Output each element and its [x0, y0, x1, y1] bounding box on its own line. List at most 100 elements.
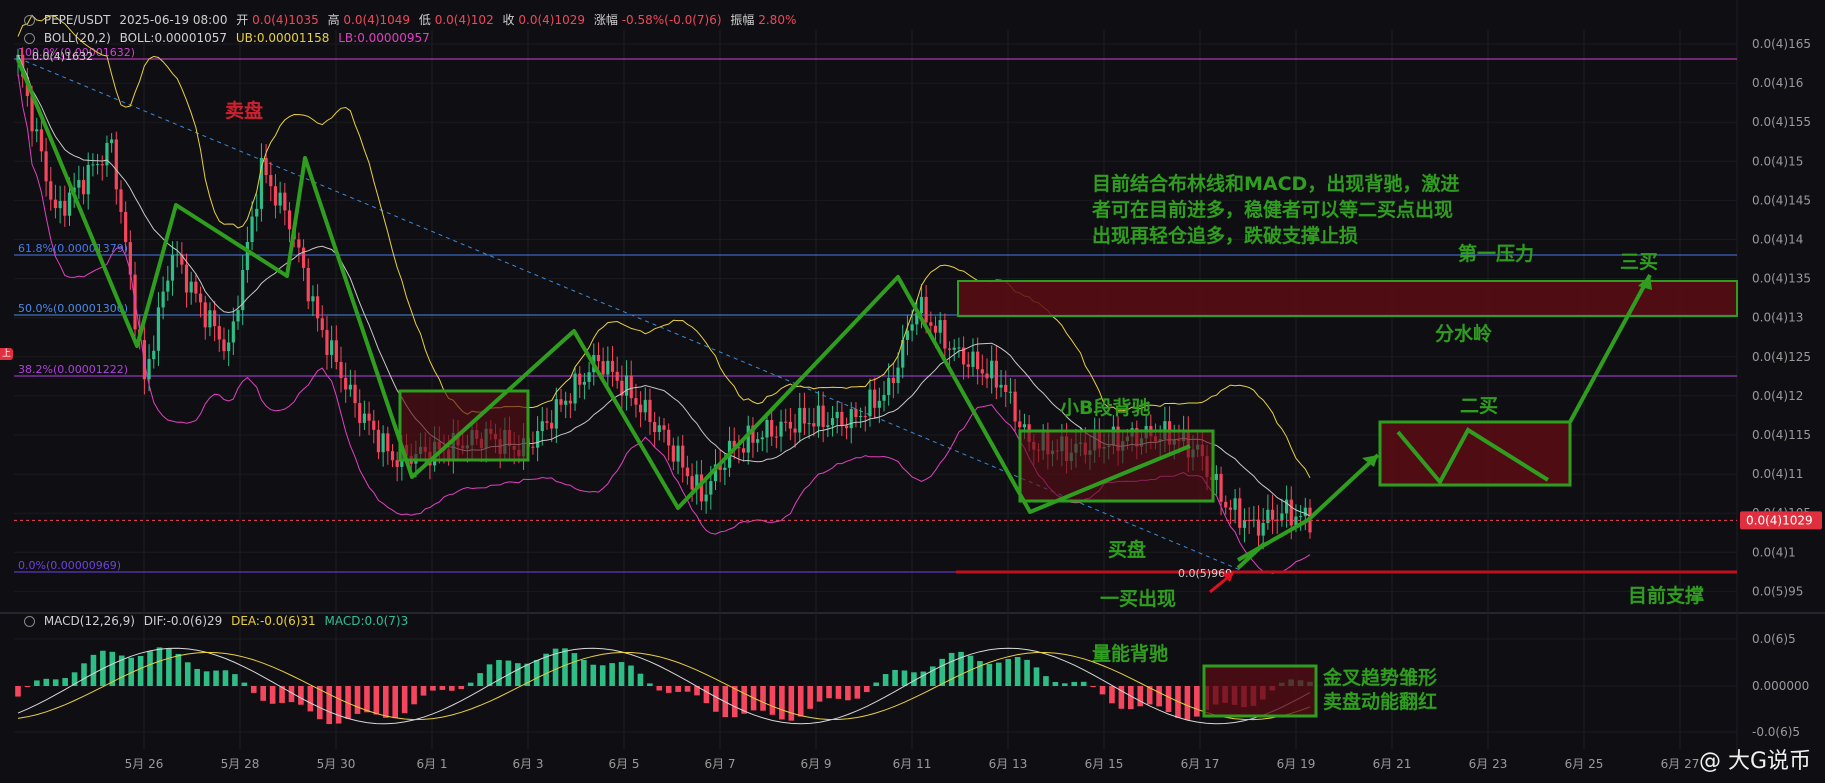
x-tick-label: 6月 5 [608, 757, 639, 771]
candle-body [250, 216, 254, 242]
macd-value: MACD:0.0(7)3 [324, 614, 409, 628]
y-tick-label: 0.0(4)135 [1752, 272, 1811, 286]
alarm-bell-icon[interactable] [24, 33, 35, 44]
change-label: 涨幅 [593, 13, 618, 27]
candle-body [807, 423, 811, 425]
y-tick-label: 0.0(4)15 [1752, 154, 1803, 168]
volume-divergence-label: 量能背驰 [1092, 642, 1168, 665]
candle-body [770, 420, 774, 437]
macd-histogram-bar [515, 663, 521, 686]
candle-body [100, 164, 104, 166]
candle-body [765, 420, 769, 438]
candle-body [1013, 391, 1017, 422]
macd-histogram-bar [1014, 657, 1021, 686]
settings-circle-icon[interactable] [24, 15, 35, 26]
candle-body [53, 199, 58, 209]
candle-body [203, 302, 207, 328]
candle-body [217, 326, 221, 340]
candle-body [44, 151, 48, 182]
candle-body [161, 291, 165, 308]
candle-body [1022, 424, 1027, 428]
macd-histogram-bar [665, 686, 672, 693]
candle-body [774, 436, 778, 438]
macd-histogram-bar [845, 686, 851, 701]
candle-body [741, 448, 746, 453]
consolidation-box [1018, 429, 1215, 503]
macd-histogram-bar [15, 686, 21, 697]
macd-histogram-bar [609, 663, 615, 686]
candle-body [1018, 421, 1022, 428]
macd-histogram-bar [420, 686, 427, 696]
candle-body [816, 405, 821, 427]
candle-body [976, 351, 980, 370]
candle-body [124, 211, 128, 243]
macd-histogram-bar [1080, 681, 1087, 686]
candle-body [943, 320, 947, 349]
symbol-label: PEPE/USDT [43, 13, 111, 27]
macd-histogram-bar [250, 686, 257, 693]
macd-y-tick-label: -0.0(6)5 [1752, 725, 1800, 739]
x-tick-label: 5月 28 [221, 757, 260, 771]
macd-histogram-bar [203, 671, 210, 686]
second-buy-label: 二买 [1460, 395, 1498, 417]
candle-body [582, 381, 587, 385]
candle-body [606, 360, 610, 375]
candle-body [152, 350, 156, 360]
candle-body [353, 384, 357, 404]
candle-body [269, 175, 273, 187]
candle-body [788, 421, 792, 429]
boll-name: BOLL(20,2) [43, 31, 111, 45]
macd-dea: DEA:-0.0(6)31 [231, 614, 316, 628]
candle-body [653, 421, 657, 433]
y-tick-label: 0.0(4)115 [1752, 428, 1811, 442]
side-marker-tag[interactable]: 上 [0, 348, 13, 360]
macd-histogram-bar [543, 653, 549, 686]
macd-histogram-bar [52, 679, 59, 686]
candle-body [170, 255, 175, 281]
candle-body [1233, 498, 1237, 510]
macd-histogram-bar [760, 686, 766, 711]
candle-body [1261, 522, 1265, 536]
candle-body [854, 409, 858, 418]
y-tick-label: 0.0(4)14 [1752, 233, 1803, 247]
candle-body [1284, 499, 1289, 514]
candle-body [910, 324, 914, 331]
candle-body [114, 139, 118, 190]
sell-label: 卖盘 [225, 99, 263, 122]
macd-histogram-bar [1156, 686, 1162, 707]
divide-label: 分水岭 [1435, 322, 1492, 345]
macd-histogram-bar [81, 663, 87, 686]
x-tick-label: 6月 27 [1661, 757, 1700, 771]
candle-body [643, 399, 647, 413]
candle-body [386, 433, 390, 452]
price-chart[interactable]: 5月 26 5月 28 5月 30 6月 1 6月 3 6月 5 6月 7 6月 9 6月 11… [0, 0, 1825, 783]
candle-body [390, 451, 395, 461]
macd-histogram-bar [1194, 686, 1200, 717]
candle-body [971, 351, 975, 367]
golden-cross-text: 金叉趋势雏形 [1322, 666, 1437, 689]
macd-histogram-bar [628, 665, 634, 686]
consolidation-box [398, 389, 530, 462]
candle-body [348, 384, 352, 390]
macd-histogram-bar [939, 658, 946, 686]
candle-body [746, 425, 750, 453]
macd-histogram-bar [882, 674, 889, 686]
candle-body [704, 494, 708, 502]
candle-body [882, 395, 886, 401]
macd-histogram-bar [1109, 686, 1115, 704]
candle-body [578, 373, 582, 385]
candle-body [297, 239, 301, 248]
candle-body [676, 445, 680, 462]
macd-histogram-bar [213, 670, 219, 686]
macd-histogram-bar [826, 686, 832, 699]
candle-body [278, 192, 282, 206]
alarm-bell-icon[interactable] [24, 616, 35, 627]
candle-body [1004, 384, 1008, 392]
macd-histogram-bar [184, 662, 191, 686]
candle-body [859, 415, 863, 418]
y-tick-label: 0.0(4)13 [1752, 311, 1803, 325]
candle-body [1224, 501, 1228, 508]
candle-body [301, 247, 306, 268]
macd-histogram-bar [713, 686, 719, 712]
macd-histogram-bar [439, 686, 446, 690]
